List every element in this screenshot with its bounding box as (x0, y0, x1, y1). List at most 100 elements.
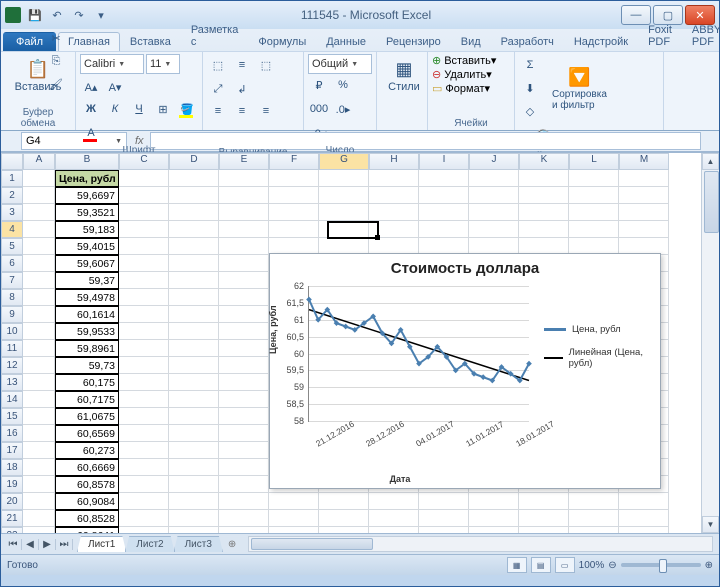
cell[interactable] (219, 510, 269, 527)
cell[interactable] (369, 510, 419, 527)
cell[interactable] (469, 221, 519, 238)
data-cell[interactable]: 59,3521 (55, 204, 119, 221)
cell[interactable] (119, 391, 169, 408)
row-header[interactable]: 17 (1, 442, 23, 459)
cell[interactable] (169, 187, 219, 204)
cell[interactable] (319, 510, 369, 527)
cell[interactable] (169, 510, 219, 527)
cell[interactable] (23, 476, 55, 493)
cell[interactable] (219, 459, 269, 476)
cell[interactable] (219, 527, 269, 533)
scroll-down-icon[interactable]: ▼ (702, 516, 719, 533)
cell[interactable] (169, 221, 219, 238)
cell[interactable] (269, 187, 319, 204)
row-header[interactable]: 1 (1, 170, 23, 187)
currency-icon[interactable]: ₽ (308, 74, 330, 96)
fill-icon[interactable]: ⬇ (519, 77, 541, 99)
cell[interactable] (169, 408, 219, 425)
cell[interactable] (23, 238, 55, 255)
undo-icon[interactable]: ↶ (47, 5, 67, 25)
data-cell[interactable]: 60,273 (55, 442, 119, 459)
cell[interactable] (119, 170, 169, 187)
bold-icon[interactable]: Ж (80, 98, 102, 120)
redo-icon[interactable]: ↷ (69, 5, 89, 25)
cell[interactable] (469, 204, 519, 221)
format-cells-button[interactable]: ▭Формат ▾ (432, 82, 490, 95)
cell[interactable] (569, 221, 619, 238)
cell[interactable] (169, 527, 219, 533)
sheet-tab-2[interactable]: Лист2 (125, 536, 174, 552)
data-cell[interactable]: 60,8528 (55, 510, 119, 527)
cell[interactable] (119, 306, 169, 323)
sheet-tab-1[interactable]: Лист1 (77, 536, 126, 552)
tab-first-icon[interactable]: ⏮ (5, 539, 22, 550)
col-header-K[interactable]: K (519, 153, 569, 170)
cell[interactable] (469, 527, 519, 533)
cell[interactable] (619, 204, 669, 221)
number-format-combo[interactable]: Общий▼ (308, 54, 372, 74)
cell[interactable] (23, 391, 55, 408)
cell[interactable] (169, 204, 219, 221)
row-header[interactable]: 7 (1, 272, 23, 289)
save-icon[interactable]: 💾 (25, 5, 45, 25)
cell[interactable] (119, 476, 169, 493)
sort-filter-button[interactable]: 🔽Сортировка и фильтр (547, 62, 612, 114)
row-header[interactable]: 19 (1, 476, 23, 493)
cell[interactable] (519, 510, 569, 527)
cell[interactable] (169, 340, 219, 357)
zoom-value[interactable]: 100% (579, 560, 605, 571)
cell[interactable] (23, 255, 55, 272)
cell[interactable] (319, 527, 369, 533)
borders-icon[interactable]: ⊞ (152, 98, 174, 120)
cell[interactable] (23, 340, 55, 357)
cell[interactable] (23, 221, 55, 238)
cell[interactable] (23, 408, 55, 425)
cell[interactable] (419, 170, 469, 187)
cell[interactable] (319, 170, 369, 187)
cell[interactable] (119, 357, 169, 374)
cell[interactable] (369, 221, 419, 238)
cell[interactable] (119, 527, 169, 533)
cell[interactable] (119, 323, 169, 340)
col-header-G[interactable]: G (319, 153, 369, 170)
row-header[interactable]: 13 (1, 374, 23, 391)
cell[interactable] (23, 170, 55, 187)
tab-abbyy[interactable]: ABBYY PDF (682, 20, 720, 51)
cell[interactable] (119, 459, 169, 476)
zoom-slider[interactable] (621, 563, 701, 567)
cell[interactable] (119, 408, 169, 425)
font-size-combo[interactable]: 11▼ (146, 54, 180, 74)
row-header[interactable]: 22 (1, 527, 23, 533)
cell[interactable] (23, 425, 55, 442)
cell[interactable] (169, 442, 219, 459)
autosum-icon[interactable]: Σ (519, 54, 541, 76)
increase-decimal-icon[interactable]: .0▸ (332, 98, 354, 120)
new-sheet-icon[interactable]: ⊕ (222, 539, 242, 550)
col-header-A[interactable]: A (23, 153, 55, 170)
cell[interactable] (219, 425, 269, 442)
align-left-icon[interactable]: ≡ (207, 100, 229, 122)
row-header[interactable]: 3 (1, 204, 23, 221)
cell[interactable] (369, 527, 419, 533)
h-scroll-thumb[interactable] (251, 538, 373, 550)
tab-review[interactable]: Рецензиро (376, 32, 451, 51)
cell[interactable] (519, 170, 569, 187)
clear-icon[interactable]: ◇ (519, 100, 541, 122)
percent-icon[interactable]: % (332, 74, 354, 96)
col-header-J[interactable]: J (469, 153, 519, 170)
align-bottom-icon[interactable]: ⬚ (255, 54, 277, 76)
cell[interactable] (219, 255, 269, 272)
cell[interactable] (219, 221, 269, 238)
cell[interactable] (369, 187, 419, 204)
cell[interactable] (23, 289, 55, 306)
tab-formulas[interactable]: Формулы (248, 32, 316, 51)
cell[interactable] (119, 425, 169, 442)
col-header-D[interactable]: D (169, 153, 219, 170)
format-painter-icon[interactable]: 🖌 (45, 73, 67, 95)
cell[interactable] (23, 357, 55, 374)
cell[interactable] (219, 442, 269, 459)
font-color-icon[interactable]: A (80, 122, 102, 144)
row-header[interactable]: 9 (1, 306, 23, 323)
row-header[interactable]: 16 (1, 425, 23, 442)
cell[interactable] (619, 510, 669, 527)
